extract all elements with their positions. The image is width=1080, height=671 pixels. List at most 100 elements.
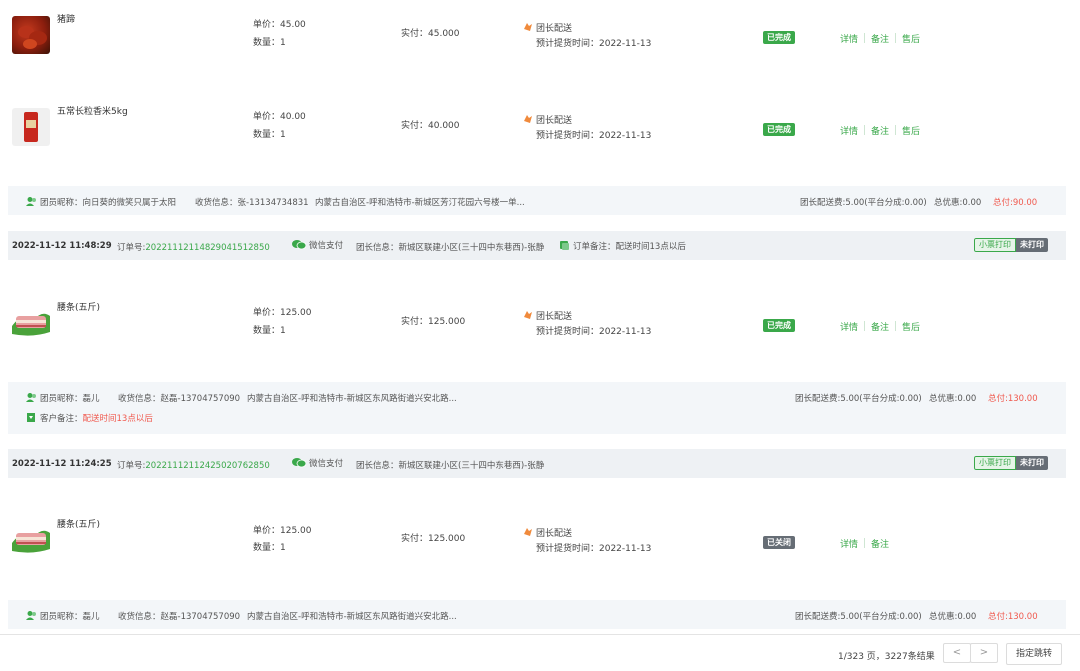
member-icon: [26, 197, 36, 206]
row-actions: 详情 备注 售后: [840, 32, 920, 45]
product-name[interactable]: 腰条(五斤): [57, 300, 100, 313]
order-number: 订单号:2022111211482904151285​0: [117, 243, 270, 253]
leader-delivery-fee: 团长配送费:5.00(平台分成:0.00): [795, 394, 922, 404]
order-header: 2022-11-12 11:48:29 订单号:2022111211482904…: [8, 231, 1066, 260]
total-paid: 总付:130.00: [988, 612, 1038, 622]
member-nickname: 团员昵称：磊儿: [26, 610, 100, 622]
delivery-label: 团长配送: [536, 529, 573, 539]
paid-amount: 实付：125.000: [401, 317, 466, 327]
detail-link[interactable]: 详情: [840, 323, 858, 333]
print-controls: 小票打印 未打印: [974, 456, 1048, 470]
unit-price: 单价：125.00: [253, 308, 312, 318]
order-number-value[interactable]: 2022111211482904151285​0: [145, 243, 269, 253]
row-actions: 详情 备注 售后: [840, 320, 920, 333]
order-number: 订单号:20221112112425020762850: [117, 461, 270, 471]
unit-price: 单价：45.00: [253, 20, 306, 30]
delivery-method: 团长配送: [522, 526, 572, 539]
remark-link[interactable]: 备注: [871, 35, 889, 45]
order-datetime: 2022-11-12 11:48:29: [12, 241, 112, 251]
payment-method: 微信支付: [292, 457, 343, 469]
order-number-value[interactable]: 20221112112425020762850: [145, 461, 269, 471]
payment-method: 微信支付: [292, 239, 343, 251]
status-badge: 已完成: [763, 31, 795, 44]
address: 内蒙古自治区-呼和浩特市-新城区东风路街道兴安北路...: [247, 394, 457, 404]
flag-icon: [27, 413, 35, 422]
jump-to-page-button[interactable]: 指定跳转: [1006, 643, 1062, 665]
delivery-method: 团长配送: [522, 113, 572, 126]
order-datetime: 2022-11-12 11:24:25: [12, 459, 112, 469]
quantity: 数量：1: [253, 38, 286, 48]
paid-amount: 实付：125.000: [401, 534, 466, 544]
after-sale-link[interactable]: 售后: [902, 323, 920, 333]
detail-link[interactable]: 详情: [840, 35, 858, 45]
pickup-time: 预计提货时间：2022-11-13: [536, 131, 652, 141]
delivery-label: 团长配送: [536, 312, 573, 322]
receipt-print-button[interactable]: 小票打印: [974, 238, 1016, 252]
pagination-bar: 1/323 页，3227条结果 < > 指定跳转: [0, 634, 1080, 671]
total-paid: 总付:90.00: [993, 198, 1038, 208]
pickup-time: 预计提货时间：2022-11-13: [536, 544, 652, 554]
member-nickname: 团员昵称：磊儿: [26, 392, 100, 404]
pork-belly-image: [12, 313, 50, 336]
pickup-time: 预计提货时间：2022-11-13: [536, 327, 652, 337]
delivery-method: 团长配送: [522, 21, 572, 34]
leader-info: 团长信息：新城区联建小区(三十四中东巷西)-张静: [356, 243, 545, 253]
total-discount: 总优惠:0.00: [929, 612, 977, 622]
status-badge: 已完成: [763, 319, 795, 332]
customer-remark: 客户备注：配送时间13点以后: [26, 412, 153, 424]
print-status-badge: 未打印: [1016, 456, 1048, 470]
total-paid: 总付:130.00: [988, 394, 1038, 404]
print-controls: 小票打印 未打印: [974, 238, 1048, 252]
unit-price: 单价：125.00: [253, 526, 312, 536]
next-page-button[interactable]: >: [970, 643, 998, 663]
remark-link[interactable]: 备注: [871, 323, 889, 333]
detail-link[interactable]: 详情: [840, 127, 858, 137]
note-icon: [560, 241, 569, 250]
row-actions: 详情 备注: [840, 537, 889, 550]
product-thumbnail: [12, 16, 50, 54]
after-sale-link[interactable]: 售后: [902, 35, 920, 45]
order-header: 2022-11-12 11:24:25 订单号:2022111211242502…: [8, 449, 1066, 478]
pork-belly-image: [12, 530, 50, 553]
product-name[interactable]: 腰条(五斤): [57, 517, 100, 530]
paid-amount: 实付：40.000: [401, 121, 460, 131]
rice-bag-image: [24, 112, 38, 142]
delivery-icon: [524, 311, 532, 319]
status-badge: 已关闭: [763, 536, 795, 549]
wechat-pay-icon: [292, 458, 306, 468]
receive-info: 收货信息：张-13134734831: [195, 198, 309, 208]
pork-trotter-image: [18, 26, 47, 49]
unit-price: 单价：40.00: [253, 112, 306, 122]
product-name[interactable]: 五常长粒香米5kg: [57, 104, 128, 117]
prev-page-button[interactable]: <: [943, 643, 971, 663]
delivery-label: 团长配送: [536, 116, 573, 126]
order-summary: 团员昵称：磊儿 收货信息：赵磊-13704757090 内蒙古自治区-呼和浩特市…: [8, 600, 1066, 629]
product-thumbnail: [12, 302, 50, 340]
order-summary: 团员昵称：磊儿 收货信息：赵磊-13704757090 内蒙古自治区-呼和浩特市…: [8, 382, 1066, 434]
detail-link[interactable]: 详情: [840, 540, 858, 550]
delivery-icon: [524, 528, 532, 536]
remark-link[interactable]: 备注: [871, 127, 889, 137]
receive-info: 收货信息：赵磊-13704757090: [118, 394, 241, 404]
print-status-badge: 未打印: [1016, 238, 1048, 252]
order-remark: 订单备注：配送时间13点以后: [559, 240, 686, 252]
leader-info: 团长信息：新城区联建小区(三十四中东巷西)-张静: [356, 461, 545, 471]
after-sale-link[interactable]: 售后: [902, 127, 920, 137]
address: 内蒙古自治区-呼和浩特市-新城区东风路街道兴安北路...: [247, 612, 457, 622]
paid-amount: 实付：45.000: [401, 29, 460, 39]
row-actions: 详情 备注 售后: [840, 124, 920, 137]
product-name[interactable]: 猪蹄: [57, 12, 75, 25]
quantity: 数量：1: [253, 326, 286, 336]
member-icon: [26, 611, 36, 620]
order-summary: 团员昵称：向日葵的微笑只属于太阳 收货信息：张-13134734831 内蒙古自…: [8, 186, 1066, 215]
leader-delivery-fee: 团长配送费:5.00(平台分成:0.00): [795, 612, 922, 622]
pickup-time: 预计提货时间：2022-11-13: [536, 39, 652, 49]
member-icon: [26, 393, 36, 402]
product-thumbnail: [12, 108, 50, 146]
receipt-print-button[interactable]: 小票打印: [974, 456, 1016, 470]
delivery-label: 团长配送: [536, 24, 573, 34]
remark-link[interactable]: 备注: [871, 540, 889, 550]
delivery-method: 团长配送: [522, 309, 572, 322]
receive-info: 收货信息：赵磊-13704757090: [118, 612, 241, 622]
delivery-icon: [524, 115, 532, 123]
